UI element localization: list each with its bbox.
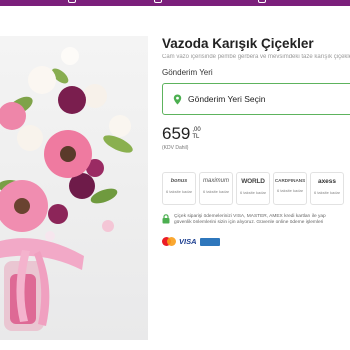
product-info: Vazoda Karışık Çiçekler Cam vazo içerisi… (162, 36, 350, 151)
bonus-logo: bonus (170, 178, 188, 184)
cart-icon (68, 0, 76, 3)
installment-text: 6 taksite kadar (276, 188, 303, 193)
product-image[interactable] (0, 36, 148, 340)
installment-card-axess[interactable]: axess 6 taksite kadar (310, 172, 344, 205)
nav-item-categories[interactable] (154, 0, 162, 4)
map-pin-icon (173, 94, 182, 104)
security-text-line-2: güvenlik önlemlerini sizin için alıyoruz… (174, 220, 324, 225)
amex-logo (199, 237, 220, 246)
installment-card-world[interactable]: WORLD 6 taksite kadar (236, 172, 270, 205)
installment-options: bonus 6 taksite kadar maximum 6 taksite … (162, 172, 344, 205)
visa-logo: VISA (179, 237, 197, 246)
world-logo: WORLD (241, 178, 265, 185)
installment-text: 6 taksite kadar (239, 190, 266, 195)
delivery-label: Gönderim Yeri (162, 68, 213, 77)
payment-logos: VISA (162, 237, 220, 246)
installment-text: 6 taksite kadar (313, 190, 340, 195)
gear-icon (258, 0, 266, 3)
top-nav-bar (0, 0, 350, 6)
flower-bouquet-image (0, 47, 133, 331)
cardfinans-logo: CARDFINANS (274, 178, 306, 183)
price-cents: ,00 (192, 127, 201, 133)
delivery-select-placeholder: Gönderim Yeri Seçin (188, 94, 266, 104)
product-title: Vazoda Karışık Çiçekler (162, 36, 314, 51)
price-currency: TL (192, 134, 200, 140)
lock-icon (162, 214, 170, 224)
price-amount: 659 (162, 124, 191, 143)
security-note: Çiçek siparişi ödemelerinizi VISA, MASTE… (162, 214, 350, 226)
price: 659 ,00 TL (162, 125, 350, 143)
installment-card-cardfinans[interactable]: CARDFINANS 6 taksite kadar (273, 172, 307, 205)
nav-item-settings[interactable] (258, 0, 266, 4)
maximum-logo: maximum (202, 178, 229, 184)
mastercard-logo (162, 237, 176, 246)
nav-item-cart[interactable] (68, 0, 76, 4)
installment-card-bonus[interactable]: bonus 6 taksite kadar (162, 172, 196, 205)
installment-card-maximum[interactable]: maximum 6 taksite kadar (199, 172, 233, 205)
vat-note: (KDV Dahil) (162, 145, 189, 151)
delivery-location-select[interactable]: Gönderim Yeri Seçin (162, 83, 350, 115)
grid-icon (154, 0, 162, 3)
installment-text: 6 taksite kadar (202, 189, 229, 194)
axess-logo: axess (317, 178, 337, 185)
product-description: Cam vazo içerisinde pembe gerbera ve mev… (162, 54, 350, 60)
installment-text: 6 taksite kadar (165, 189, 192, 194)
